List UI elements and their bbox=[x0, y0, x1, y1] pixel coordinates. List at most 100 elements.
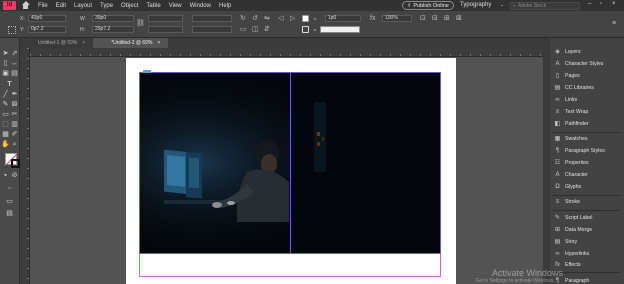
direct-selection-tool-icon[interactable]: ⇗ bbox=[10, 50, 19, 58]
opacity-field[interactable]: 100% bbox=[382, 15, 412, 22]
document-tab[interactable]: Untitled-1 @ 59% × bbox=[20, 38, 93, 48]
apply-color-icon[interactable]: ▪ bbox=[1, 172, 10, 180]
panel-item-glyphs[interactable]: Ω Glyphs bbox=[550, 181, 624, 193]
menu-type[interactable]: Type bbox=[100, 3, 113, 9]
flip-vertical-icon[interactable]: ⇵ bbox=[264, 26, 270, 33]
panel-item-properties[interactable]: ☷ Properties bbox=[550, 157, 624, 169]
screen-mode-icon[interactable]: ▭ bbox=[5, 198, 14, 206]
panel-item-script-label[interactable]: ✎ Script Label bbox=[550, 212, 624, 224]
stroke-weight-field[interactable]: 1p0 bbox=[325, 15, 361, 22]
document-tab-active[interactable]: *Untitled-2 @ 69% × bbox=[93, 38, 169, 48]
menu-edit[interactable]: Edit bbox=[56, 3, 66, 9]
fill-swatch[interactable] bbox=[302, 15, 309, 22]
chevron-down-icon[interactable]: ⌄ bbox=[312, 26, 318, 33]
close-icon[interactable]: × bbox=[82, 40, 85, 48]
zoom-tool-icon[interactable]: ⌕ bbox=[10, 141, 19, 149]
stroke-color-swatch[interactable] bbox=[11, 159, 20, 168]
menu-layout[interactable]: Layout bbox=[74, 3, 92, 9]
fit-content-icon[interactable]: ⊟ bbox=[432, 15, 438, 22]
panel-item-pathfinder[interactable]: ◧ Pathfinder bbox=[550, 118, 624, 130]
previous-object-icon[interactable]: ◁ bbox=[278, 15, 283, 22]
panel-item-story[interactable]: ▤ Story bbox=[550, 236, 624, 248]
vertical-ruler[interactable] bbox=[20, 48, 30, 284]
scale-x-field[interactable] bbox=[148, 15, 183, 22]
menu-table[interactable]: Table bbox=[146, 3, 160, 9]
free-transform-tool-icon[interactable]: ⬚ bbox=[1, 121, 10, 129]
horizontal-ruler[interactable] bbox=[30, 48, 543, 57]
note-tool-icon[interactable]: ▦ bbox=[1, 131, 10, 139]
panel-item-character-styles[interactable]: A Character Styles bbox=[550, 58, 624, 70]
flip-horizontal-icon[interactable]: ⇋ bbox=[264, 15, 270, 22]
panel-item-data-merge[interactable]: ⊞ Data Merge bbox=[550, 224, 624, 236]
panel-item-pages[interactable]: ▯ Pages bbox=[550, 70, 624, 82]
content-collector-icon[interactable]: ▣ bbox=[1, 70, 10, 78]
formatting-affects-container-icon[interactable]: ▫ bbox=[5, 185, 14, 193]
select-content-icon[interactable]: ◫ bbox=[252, 26, 259, 33]
hand-tool-icon[interactable]: ✋ bbox=[1, 141, 10, 149]
menu-list: File Edit Layout Type Object Table View … bbox=[38, 3, 239, 9]
panel-menu-icon[interactable]: ≡ bbox=[612, 20, 616, 27]
gap-tool-icon[interactable]: ↔ bbox=[10, 60, 19, 68]
publish-online-button[interactable]: ⇪ Publish Online bbox=[402, 1, 454, 10]
maximize-icon[interactable]: ▫ bbox=[600, 1, 602, 7]
workspace-switcher[interactable]: Typography bbox=[460, 2, 491, 8]
y-field[interactable]: 0p7.2 bbox=[28, 26, 66, 33]
next-object-icon[interactable]: ▷ bbox=[290, 15, 295, 22]
menu-object[interactable]: Object bbox=[121, 3, 138, 9]
chevron-down-icon[interactable]: ⌄ bbox=[500, 2, 504, 8]
chevron-down-icon[interactable]: ⌄ bbox=[312, 15, 318, 22]
eyedropper-tool-icon[interactable]: ✐ bbox=[10, 131, 19, 139]
preview-mode-icon[interactable]: ▤ bbox=[5, 210, 14, 218]
panel-item-swatches[interactable]: ▦ Swatches bbox=[550, 133, 624, 145]
scale-y-field[interactable] bbox=[148, 26, 183, 33]
menu-view[interactable]: View bbox=[169, 3, 182, 9]
selection-tool-icon[interactable]: ➤ bbox=[1, 50, 10, 58]
minimize-icon[interactable]: – bbox=[588, 1, 591, 7]
panel-item-text-wrap[interactable]: ≡ Text Wrap bbox=[550, 106, 624, 118]
center-content-icon[interactable]: ⊠ bbox=[456, 15, 462, 22]
character-styles-icon: A bbox=[555, 60, 560, 67]
reference-point-icon[interactable] bbox=[8, 26, 16, 34]
close-icon[interactable]: × bbox=[612, 1, 616, 7]
close-icon[interactable]: × bbox=[157, 40, 160, 48]
menu-window[interactable]: Window bbox=[190, 3, 211, 9]
pencil-tool-icon[interactable]: ✎ bbox=[1, 101, 10, 109]
panel-item-links[interactable]: ∞ Links bbox=[550, 94, 624, 106]
rotate-ccw-icon[interactable]: ↺ bbox=[252, 15, 258, 22]
shear-field[interactable] bbox=[192, 26, 232, 33]
home-icon[interactable] bbox=[21, 1, 30, 10]
panel-item-layers[interactable]: ◈ Layers bbox=[550, 46, 624, 58]
gradient-swatch-tool-icon[interactable]: ▥ bbox=[10, 121, 19, 129]
line-tool-icon[interactable]: ╱ bbox=[1, 91, 10, 99]
auto-fit-icon[interactable]: ⊡ bbox=[420, 15, 426, 22]
panel-item-character[interactable]: A Character bbox=[550, 169, 624, 181]
panel-dock-strip[interactable] bbox=[543, 38, 550, 284]
stock-search-input[interactable]: ⌕ Adobe Stock bbox=[510, 2, 580, 10]
rectangle-frame-tool-icon[interactable]: ⊠ bbox=[10, 101, 19, 109]
constrain-proportions-icon[interactable]: ⛓ bbox=[136, 20, 145, 27]
menu-help[interactable]: Help bbox=[219, 3, 231, 9]
effects-fx-icon[interactable]: fx bbox=[370, 15, 375, 22]
type-tool-icon[interactable]: T bbox=[5, 81, 14, 89]
frame-anchor-tab[interactable] bbox=[143, 70, 151, 73]
menu-file[interactable]: File bbox=[38, 3, 48, 9]
panel-label: Layers bbox=[565, 49, 581, 55]
rectangle-tool-icon[interactable]: ▭ bbox=[1, 111, 10, 119]
stroke-type-dropdown[interactable] bbox=[320, 26, 360, 33]
page-tool-icon[interactable]: ▯ bbox=[1, 60, 10, 68]
fit-frame-icon[interactable]: ⊞ bbox=[444, 15, 450, 22]
rotate-cw-icon[interactable]: ↻ bbox=[240, 15, 246, 22]
h-field[interactable]: 29p7.2 bbox=[92, 26, 134, 33]
rotation-field[interactable] bbox=[192, 15, 232, 22]
content-placer-icon[interactable]: ▤ bbox=[10, 70, 19, 78]
select-container-icon[interactable]: ▭ bbox=[240, 26, 247, 33]
panel-item-stroke[interactable]: ≡ Stroke bbox=[550, 196, 624, 208]
scissors-tool-icon[interactable]: ✂ bbox=[10, 111, 19, 119]
pen-tool-icon[interactable]: ✒ bbox=[10, 91, 19, 99]
x-field[interactable]: 43p6 bbox=[28, 15, 66, 22]
panel-item-paragraph-styles[interactable]: ¶ Paragraph Styles bbox=[550, 145, 624, 157]
panel-item-cc-libraries[interactable]: ▤ CC Libraries bbox=[550, 82, 624, 94]
apply-none-icon[interactable]: ⊘ bbox=[10, 172, 19, 180]
w-field[interactable]: 39p0 bbox=[92, 15, 134, 22]
stroke-swatch[interactable] bbox=[302, 26, 309, 33]
